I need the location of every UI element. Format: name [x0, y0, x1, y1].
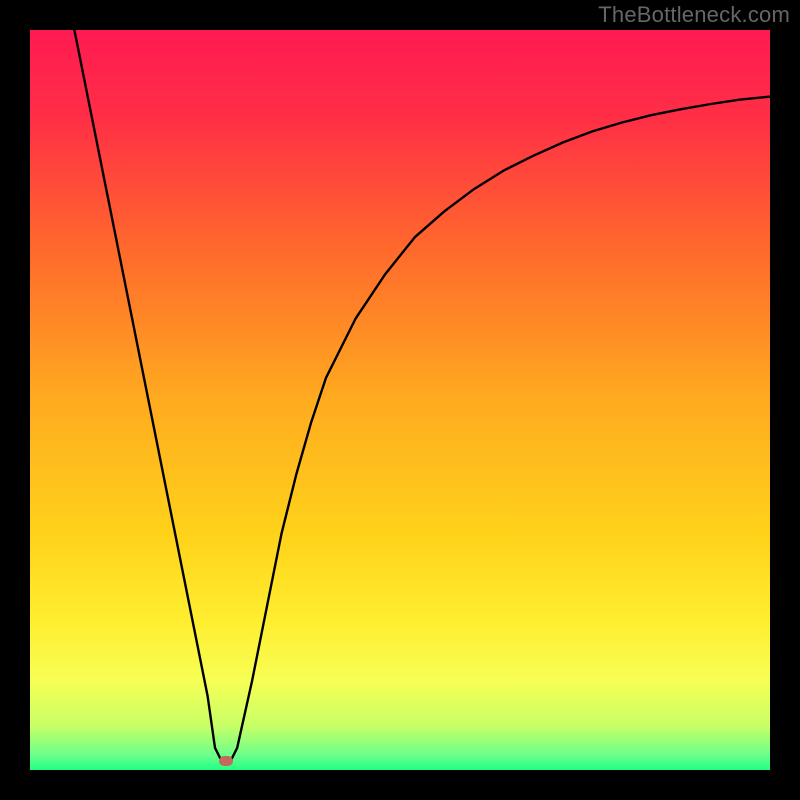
minimum-marker	[219, 756, 233, 766]
watermark-text: TheBottleneck.com	[598, 2, 790, 28]
plot-area	[30, 30, 770, 770]
bottleneck-curve	[30, 30, 770, 770]
chart-frame: TheBottleneck.com	[0, 0, 800, 800]
curve-line	[74, 30, 770, 763]
